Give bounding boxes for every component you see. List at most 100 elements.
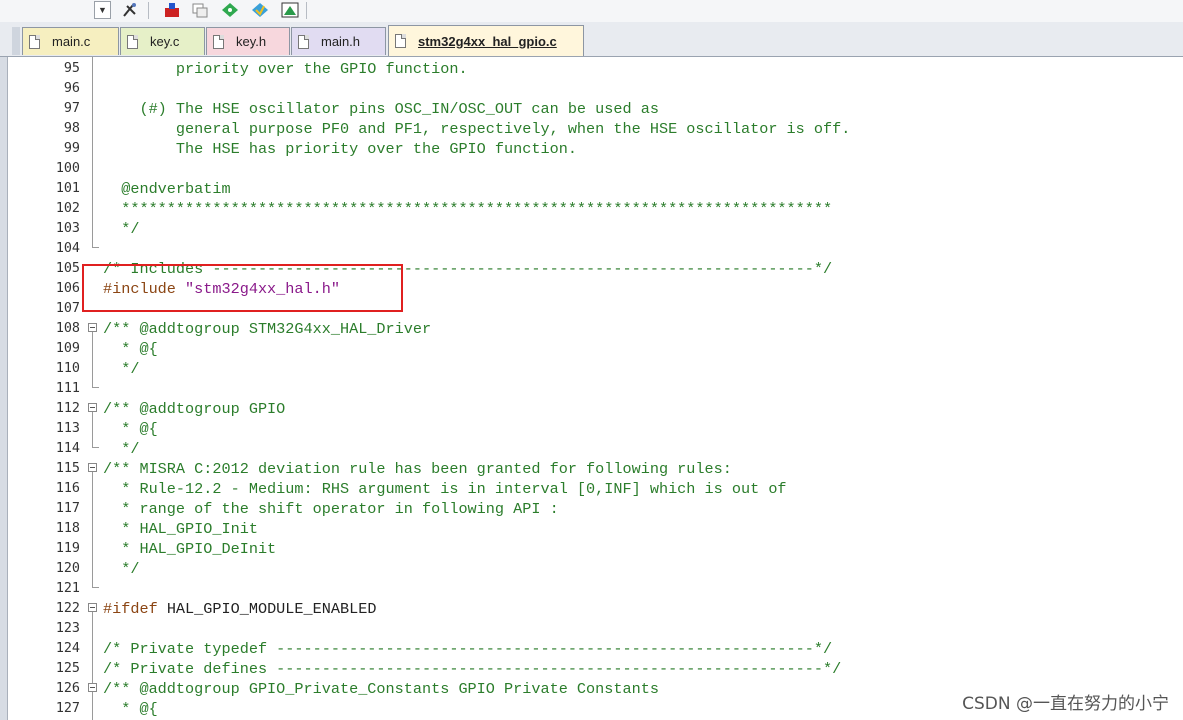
code-line[interactable]: 117 * range of the shift operator in fol… xyxy=(0,499,1183,519)
code-text[interactable]: /* Private defines ---------------------… xyxy=(103,659,841,679)
tab-main-h[interactable]: main.h xyxy=(291,27,386,55)
file-icon xyxy=(127,34,138,49)
fold-toggle-icon[interactable] xyxy=(88,403,97,412)
fold-guide xyxy=(92,472,93,587)
code-line[interactable]: 97 (#) The HSE oscillator pins OSC_IN/OS… xyxy=(0,99,1183,119)
code-line[interactable]: 100 xyxy=(0,159,1183,179)
code-line[interactable]: 95 priority over the GPIO function. xyxy=(0,59,1183,79)
tab-key-c[interactable]: key.c xyxy=(120,27,205,55)
line-number: 109 xyxy=(55,341,80,356)
fold-toggle-icon[interactable] xyxy=(88,683,97,692)
code-line[interactable]: 116 * Rule-12.2 - Medium: RHS argument i… xyxy=(0,479,1183,499)
code-line[interactable]: 115 /** MISRA C:2012 deviation rule has b… xyxy=(0,459,1183,479)
code-text[interactable]: * HAL_GPIO_DeInit xyxy=(103,539,276,559)
code-token: /** MISRA C:2012 deviation rule has been… xyxy=(103,460,732,478)
line-number: 127 xyxy=(55,701,80,716)
line-number: 121 xyxy=(55,581,80,596)
code-text[interactable]: * range of the shift operator in followi… xyxy=(103,499,558,519)
code-line[interactable]: 102 ************************************… xyxy=(0,199,1183,219)
tab-key-h[interactable]: key.h xyxy=(206,27,290,55)
code-line[interactable]: 110 */ xyxy=(0,359,1183,379)
code-text[interactable]: * Rule-12.2 - Medium: RHS argument is in… xyxy=(103,479,787,499)
load-icon[interactable] xyxy=(162,1,182,19)
line-number: 124 xyxy=(55,641,80,656)
code-line[interactable]: 99 The HSE has priority over the GPIO fu… xyxy=(0,139,1183,159)
code-line[interactable]: 104 xyxy=(0,239,1183,259)
code-line[interactable]: 124 /* Private typedef ------------------… xyxy=(0,639,1183,659)
file-icon xyxy=(395,34,406,48)
code-line[interactable]: 112 /** @addtogroup GPIO xyxy=(0,399,1183,419)
line-number: 125 xyxy=(55,661,80,676)
tab-scroll-handle[interactable] xyxy=(12,27,20,55)
tab-main-c[interactable]: main.c xyxy=(22,27,119,55)
diamond-blue-icon[interactable] xyxy=(250,1,270,19)
code-line[interactable]: 103 */ xyxy=(0,219,1183,239)
code-line[interactable]: 113 * @{ xyxy=(0,419,1183,439)
tab-label: main.h xyxy=(321,34,361,49)
dropdown-arrow-icon[interactable]: ▼ xyxy=(94,1,111,19)
code-text[interactable]: /** MISRA C:2012 deviation rule has been… xyxy=(103,459,732,479)
line-number: 120 xyxy=(55,561,80,576)
tab-stm32g4xx-hal-gpio-c[interactable]: stm32g4xx_hal_gpio.c xyxy=(388,25,584,56)
code-text[interactable]: (#) The HSE oscillator pins OSC_IN/OSC_O… xyxy=(103,99,659,119)
code-text[interactable]: @endverbatim xyxy=(103,179,230,199)
code-text[interactable]: * HAL_GPIO_Init xyxy=(103,519,258,539)
file-icon xyxy=(298,34,309,49)
code-text[interactable]: #ifdef HAL_GPIO_MODULE_ENABLED xyxy=(103,599,376,619)
code-line[interactable]: 125 /* Private defines ------------------… xyxy=(0,659,1183,679)
tools-icon[interactable] xyxy=(120,1,140,19)
code-token: */ xyxy=(103,560,140,578)
code-token: general purpose PF0 and PF1, respectivel… xyxy=(103,120,851,138)
code-line[interactable]: 119 * HAL_GPIO_DeInit xyxy=(0,539,1183,559)
file-icon xyxy=(213,34,224,49)
code-text[interactable]: */ xyxy=(103,559,139,579)
code-line[interactable]: 98 general purpose PF0 and PF1, respecti… xyxy=(0,119,1183,139)
code-line[interactable]: 118 * HAL_GPIO_Init xyxy=(0,519,1183,539)
code-editor[interactable]: 95 priority over the GPIO function. 96 97 … xyxy=(0,57,1183,720)
code-line[interactable]: 101 @endverbatim xyxy=(0,179,1183,199)
code-line[interactable]: 123 xyxy=(0,619,1183,639)
code-line[interactable]: 122 #ifdef HAL_GPIO_MODULE_ENABLED xyxy=(0,599,1183,619)
code-line[interactable]: 111 xyxy=(0,379,1183,399)
line-number: 103 xyxy=(55,221,80,236)
line-number: 112 xyxy=(55,401,80,416)
code-text[interactable]: /* Private typedef ---------------------… xyxy=(103,639,832,659)
code-line[interactable]: 96 xyxy=(0,79,1183,99)
code-text[interactable]: ****************************************… xyxy=(103,199,832,219)
code-line[interactable]: 114 */ xyxy=(0,439,1183,459)
code-line[interactable]: 108 /** @addtogroup STM32G4xx_HAL_Driver xyxy=(0,319,1183,339)
code-line[interactable]: 109 * @{ xyxy=(0,339,1183,359)
code-text[interactable]: */ xyxy=(103,359,139,379)
line-number: 104 xyxy=(55,241,80,256)
fold-toggle-icon[interactable] xyxy=(88,463,97,472)
code-text[interactable]: * @{ xyxy=(103,699,157,719)
code-text[interactable]: priority over the GPIO function. xyxy=(103,59,468,79)
watermark: CSDN @一直在努力的小宁 xyxy=(962,694,1169,714)
line-number: 96 xyxy=(63,81,80,96)
code-line[interactable]: 120 */ xyxy=(0,559,1183,579)
tab-label: stm32g4xx_hal_gpio.c xyxy=(418,33,557,49)
fold-end-marker xyxy=(92,447,99,448)
line-number: 122 xyxy=(55,601,80,616)
code-text[interactable]: /** @addtogroup GPIO xyxy=(103,399,285,419)
toolbar: ▼ xyxy=(0,0,1183,22)
fold-toggle-icon[interactable] xyxy=(88,323,97,332)
copy-icon[interactable] xyxy=(190,1,210,19)
diamond-green-icon[interactable] xyxy=(220,1,240,19)
code-token: * Rule-12.2 - Medium: RHS argument is in… xyxy=(103,480,787,498)
code-text[interactable]: */ xyxy=(103,219,139,239)
code-text[interactable]: */ xyxy=(103,439,139,459)
code-text[interactable]: /** @addtogroup STM32G4xx_HAL_Driver xyxy=(103,319,431,339)
code-line[interactable]: 121 xyxy=(0,579,1183,599)
window-icon[interactable] xyxy=(280,1,300,19)
code-text[interactable]: * @{ xyxy=(103,339,157,359)
code-text[interactable]: The HSE has priority over the GPIO funct… xyxy=(103,139,577,159)
code-text[interactable]: /** @addtogroup GPIO_Private_Constants G… xyxy=(103,679,659,699)
code-text[interactable]: * @{ xyxy=(103,419,157,439)
tab-label: main.c xyxy=(52,34,91,49)
line-number: 119 xyxy=(55,541,80,556)
fold-toggle-icon[interactable] xyxy=(88,603,97,612)
line-number: 101 xyxy=(55,181,80,196)
code-token: (#) The HSE oscillator pins OSC_IN/OSC_O… xyxy=(103,100,659,118)
code-text[interactable]: general purpose PF0 and PF1, respectivel… xyxy=(103,119,850,139)
